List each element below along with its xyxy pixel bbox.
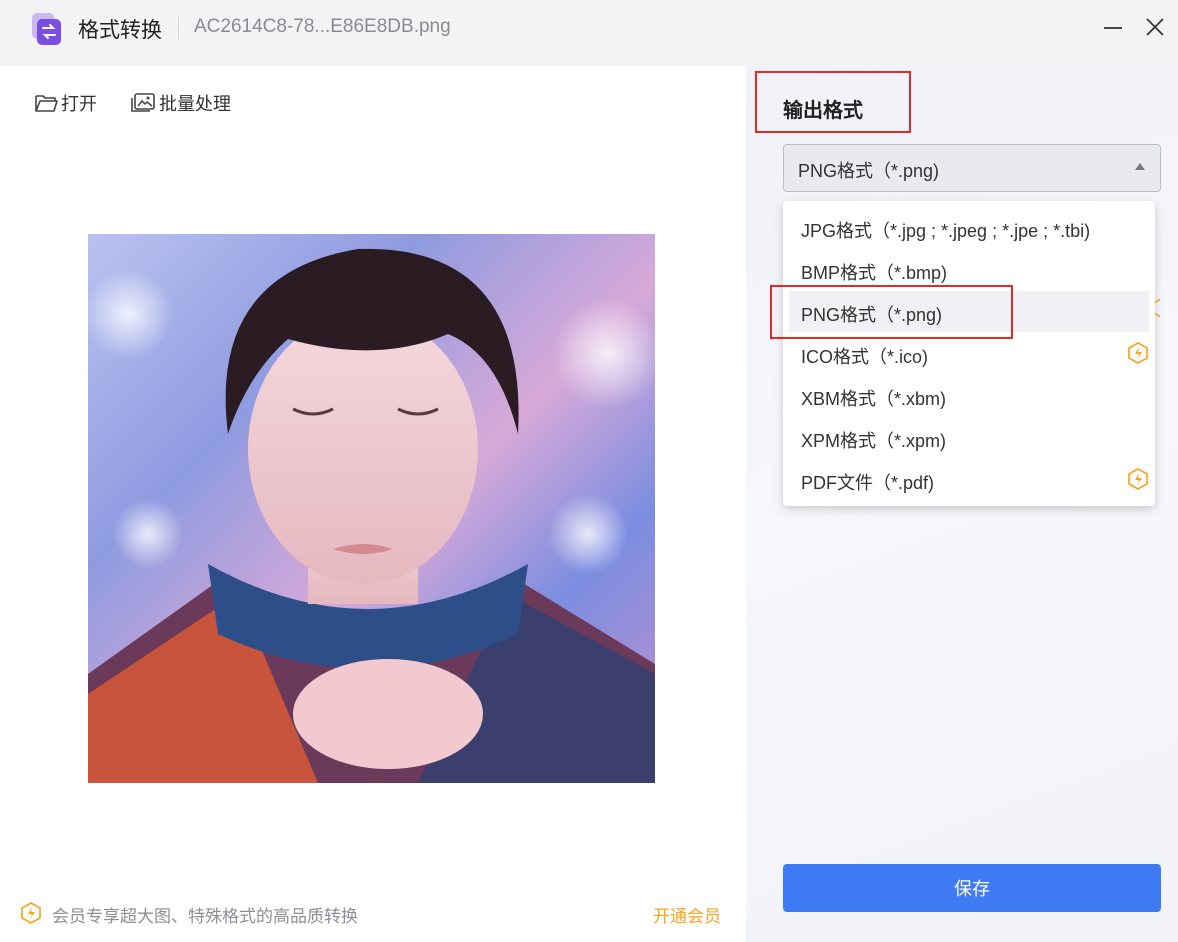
- selected-format: PNG格式（*.png): [798, 161, 940, 181]
- title-bar: 格式转换 AC2614C8-78...E86E8DB.png: [0, 0, 1178, 66]
- option-jpg[interactable]: JPG格式（*.jpg ; *.jpeg ; *.jpe ; *.tbi): [789, 207, 1149, 248]
- option-png[interactable]: PNG格式（*.png): [789, 291, 1149, 332]
- output-format-label: 输出格式: [783, 100, 863, 122]
- vip-tip-text: 会员专享超大图、特殊格式的高品质转换: [52, 907, 358, 926]
- minimize-icon: [1104, 27, 1122, 29]
- option-label: JPG格式（*.jpg ; *.jpeg ; *.jpe ; *.tbi): [801, 221, 1091, 241]
- option-ico[interactable]: ICO格式（*.ico): [789, 333, 1149, 374]
- close-button[interactable]: [1142, 14, 1168, 40]
- open-label: 打开: [61, 94, 97, 114]
- file-name: AC2614C8-78...E86E8DB.png: [194, 16, 451, 37]
- minimize-button[interactable]: [1100, 14, 1126, 40]
- vip-icon: [20, 902, 42, 929]
- option-label: BMP格式（*.bmp): [801, 263, 948, 283]
- option-label: XPM格式（*.xpm): [801, 431, 947, 451]
- caret-up-icon: [1135, 163, 1145, 170]
- open-vip-link[interactable]: 开通会员: [653, 902, 721, 927]
- option-pdf[interactable]: PDF文件（*.pdf): [789, 459, 1149, 500]
- open-button[interactable]: 打开: [34, 90, 97, 116]
- batch-process-button[interactable]: 批量处理: [130, 90, 231, 116]
- option-label: PDF文件（*.pdf): [801, 473, 935, 493]
- image-preview: [88, 234, 655, 783]
- vip-icon: [1127, 468, 1149, 495]
- vip-icon: [1127, 342, 1149, 369]
- option-label: PNG格式（*.png): [801, 305, 943, 325]
- save-button[interactable]: 保存: [783, 864, 1161, 912]
- option-label: XBM格式（*.xbm): [801, 389, 947, 409]
- title-divider: [178, 17, 179, 39]
- batch-label: 批量处理: [159, 94, 231, 114]
- folder-icon: [35, 95, 58, 112]
- option-bmp[interactable]: BMP格式（*.bmp): [789, 249, 1149, 290]
- option-label: ICO格式（*.ico): [801, 347, 929, 367]
- format-dropdown: JPG格式（*.jpg ; *.jpeg ; *.jpe ; *.tbi) BM…: [783, 201, 1155, 506]
- images-icon: [131, 93, 155, 112]
- save-label: 保存: [954, 879, 990, 899]
- option-xpm[interactable]: XPM格式（*.xpm): [789, 417, 1149, 458]
- app-convert-icon: [29, 12, 63, 46]
- output-format-select[interactable]: PNG格式（*.png): [783, 144, 1161, 192]
- app-title: 格式转换: [78, 19, 162, 42]
- option-xbm[interactable]: XBM格式（*.xbm): [789, 375, 1149, 416]
- close-icon: [1146, 18, 1164, 36]
